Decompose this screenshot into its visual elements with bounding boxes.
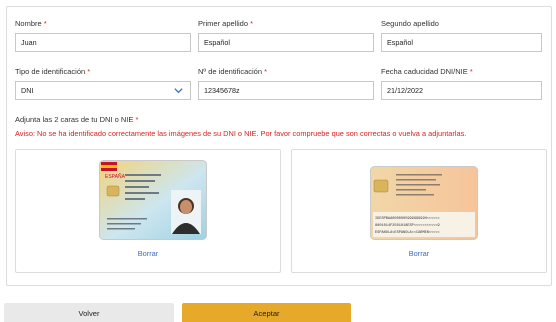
tipo-identificacion-field: Tipo de identificación * DNI <box>15 67 191 100</box>
primer-apellido-input[interactable]: Español <box>198 33 374 52</box>
required-mark: * <box>87 67 91 76</box>
warning-message: Aviso: No se ha identificado correctamen… <box>15 129 467 138</box>
back-card-mrz-line-1: IDESPBAA000000599999999H<<<<<< <box>375 216 440 221</box>
segundo-apellido-field: Segundo apellido Español <box>381 19 542 52</box>
back-card-upload[interactable]: IDESPBAA000000599999999H<<<<<< 8001014F2… <box>291 149 547 273</box>
back-card-mrz-line-3: ESPANOLA<ESPANOLA<<CARMEN<<<<< <box>375 230 440 235</box>
segundo-apellido-value: Español <box>387 38 413 47</box>
numero-identificacion-field: Nº de identificación * 12345678z <box>198 67 374 100</box>
accept-button[interactable]: Aceptar <box>182 303 351 322</box>
front-card-country: ESPAÑA <box>105 173 126 180</box>
numero-identificacion-value: 12345678z <box>204 86 240 95</box>
required-mark: * <box>135 115 139 124</box>
segundo-apellido-input[interactable]: Español <box>381 33 542 52</box>
primer-apellido-value: Español <box>204 38 230 47</box>
nombre-label: Nombre * <box>15 19 47 28</box>
back-button[interactable]: Volver <box>4 303 174 322</box>
nombre-value: Juan <box>21 38 37 47</box>
document-form-panel: Nombre * Juan Primer apellido * Español … <box>6 6 552 286</box>
tipo-identificacion-select[interactable]: DNI <box>15 81 191 100</box>
primer-apellido-field: Primer apellido * Español <box>198 19 374 52</box>
back-id-card-image: IDESPBAA000000599999999H<<<<<< 8001014F2… <box>370 166 478 240</box>
attach-title: Adjunta las 2 caras de tu DNI o NIE * <box>15 115 139 124</box>
required-mark: * <box>264 67 268 76</box>
tipo-identificacion-value: DNI <box>21 86 34 95</box>
segundo-apellido-label: Segundo apellido <box>381 19 439 28</box>
numero-identificacion-label: Nº de identificación * <box>198 67 268 76</box>
fecha-caducidad-value: 21/12/2022 <box>387 86 423 95</box>
required-mark: * <box>43 19 47 28</box>
front-delete-link[interactable]: Borrar <box>16 249 280 258</box>
nombre-input[interactable]: Juan <box>15 33 191 52</box>
tipo-identificacion-label: Tipo de identificación * <box>15 67 91 76</box>
required-mark: * <box>469 67 473 76</box>
back-delete-link[interactable]: Borrar <box>292 249 546 258</box>
required-mark: * <box>250 19 254 28</box>
nombre-field: Nombre * Juan <box>15 19 191 52</box>
numero-identificacion-input[interactable]: 12345678z <box>198 81 374 100</box>
fecha-caducidad-input[interactable]: 21/12/2022 <box>381 81 542 100</box>
primer-apellido-label: Primer apellido * <box>198 19 254 28</box>
fecha-caducidad-label: Fecha caducidad DNI/NIE * <box>381 67 473 76</box>
fecha-caducidad-field: Fecha caducidad DNI/NIE * 21/12/2022 <box>381 67 542 100</box>
chevron-down-icon[interactable] <box>173 85 184 96</box>
front-card-upload[interactable]: ESPAÑA Borrar <box>15 149 281 273</box>
back-card-mrz-line-2: 8001014F2501018ESP<<<<<<<<<<<9 <box>375 223 440 228</box>
front-id-card-image: ESPAÑA <box>99 160 207 240</box>
